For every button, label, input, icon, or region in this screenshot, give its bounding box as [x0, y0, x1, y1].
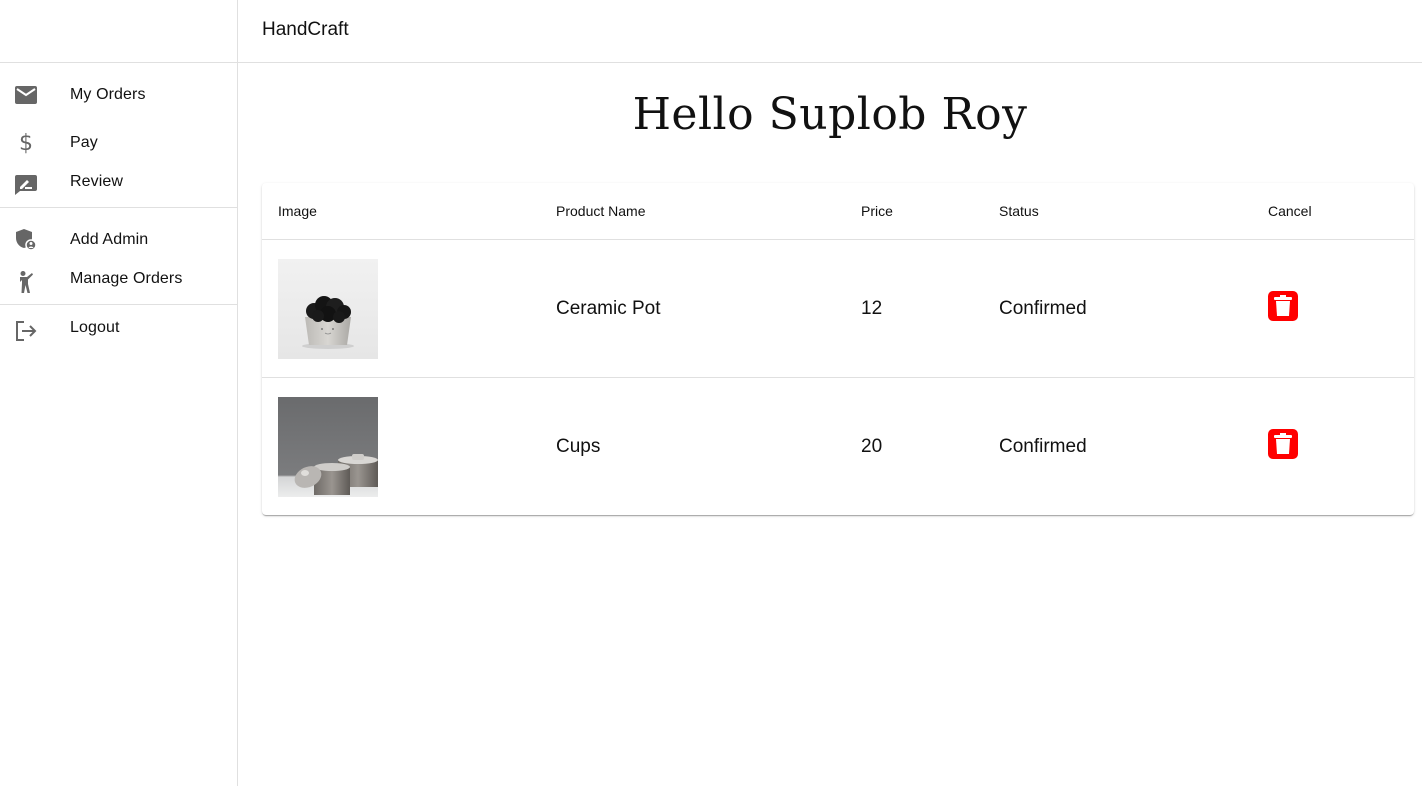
cell-image: [262, 239, 540, 378]
sidebar-item-manage-orders[interactable]: Manage Orders: [0, 264, 237, 304]
app-bar: HandCraft: [238, 0, 1422, 63]
sidebar-item-label: Logout: [70, 319, 120, 336]
logout-icon: [14, 319, 38, 343]
ceramic-pot-photo: [278, 258, 378, 359]
orders-table: Image Product Name Price Status Cancel C…: [262, 183, 1414, 515]
dollar-icon: $: [19, 130, 33, 156]
sidebar-item-logout[interactable]: Logout: [0, 313, 237, 353]
sidebar-item-label: Pay: [70, 134, 98, 151]
app-brand: HandCraft: [262, 19, 349, 40]
column-header-product-name: Product Name: [540, 183, 845, 240]
sidebar-item-add-admin[interactable]: Add Admin: [0, 216, 237, 264]
sidebar: My Orders $ Pay Review Add Admin Manage …: [0, 0, 238, 786]
admin-shield-icon: [14, 228, 38, 252]
cell-status: Confirmed: [983, 239, 1252, 378]
page-title: Hello Suplob Roy: [632, 89, 1028, 140]
column-header-status: Status: [983, 183, 1252, 240]
nav-group-admin: Add Admin Manage Orders: [0, 208, 237, 305]
trash-icon: [1274, 432, 1292, 454]
sidebar-header: [0, 0, 237, 63]
delete-order-button[interactable]: [1268, 428, 1298, 459]
sidebar-item-pay[interactable]: $ Pay: [0, 119, 237, 167]
table-row: Ceramic Pot 12 Confirmed: [262, 239, 1414, 378]
person-walk-icon: [14, 270, 38, 294]
sidebar-item-label: Review: [70, 173, 124, 190]
sidebar-item-label: Add Admin: [70, 231, 149, 248]
trash-icon: [1274, 294, 1292, 316]
nav-group-session: Logout: [0, 305, 237, 353]
rate-review-icon: [14, 173, 38, 197]
column-header-cancel: Cancel: [1252, 183, 1414, 240]
main-content: Hello Suplob Roy Image Product Name Pric…: [238, 63, 1422, 786]
cups-photo: [278, 396, 378, 497]
cell-price: 12: [845, 239, 983, 378]
mail-icon: [14, 83, 38, 107]
cell-product-name: Ceramic Pot: [540, 239, 845, 378]
cell-cancel: [1252, 239, 1414, 378]
column-header-image: Image: [262, 183, 540, 240]
nav-group-user: My Orders $ Pay Review: [0, 63, 237, 208]
table-header-row: Image Product Name Price Status Cancel: [262, 183, 1414, 240]
column-header-price: Price: [845, 183, 983, 240]
cell-image: [262, 378, 540, 516]
sidebar-item-my-orders[interactable]: My Orders: [0, 71, 237, 119]
sidebar-item-label: My Orders: [70, 86, 146, 103]
cell-cancel: [1252, 378, 1414, 516]
cell-product-name: Cups: [556, 435, 601, 457]
orders-table-card: Image Product Name Price Status Cancel C…: [262, 183, 1414, 515]
delete-order-button[interactable]: [1268, 290, 1298, 321]
table-row: Cups 20 Confirmed: [262, 378, 1414, 516]
sidebar-item-label: Manage Orders: [70, 270, 183, 287]
cell-price: 20: [861, 435, 883, 457]
cell-status: Confirmed: [999, 435, 1087, 457]
sidebar-item-review[interactable]: Review: [0, 167, 237, 207]
